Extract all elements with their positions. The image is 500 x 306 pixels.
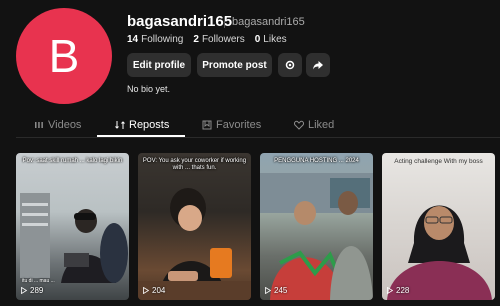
profile-stats: 14 Following 2 Followers 0 Likes <box>127 34 287 45</box>
divider <box>224 16 225 28</box>
video-thumbnail <box>260 173 373 300</box>
video-thumbnail <box>138 188 251 300</box>
view-count: 245 <box>265 286 287 295</box>
video-thumbnail <box>387 205 492 300</box>
stat-likes[interactable]: 0 Likes <box>255 34 287 45</box>
profile-username: bagasandri165 <box>127 13 233 30</box>
video-card[interactable]: POV: You ask your coworker if working wi… <box>138 153 251 300</box>
avatar[interactable]: B <box>16 8 112 104</box>
view-count: 289 <box>21 286 43 295</box>
settings-button[interactable] <box>278 53 302 77</box>
stat-followers[interactable]: 2 Followers <box>193 34 244 45</box>
profile-handle-wrap: bagasandri165 <box>224 16 305 28</box>
tab-favorites[interactable]: Favorites <box>202 119 261 131</box>
heart-icon <box>294 120 304 130</box>
active-tab-indicator <box>97 135 185 137</box>
tab-videos[interactable]: Videos <box>34 119 81 131</box>
stat-following[interactable]: 14 Following <box>127 34 183 45</box>
edit-profile-button[interactable]: Edit profile <box>127 53 191 77</box>
video-grid: Pov: saat skill rumah ... kalo lagi biki… <box>16 153 495 300</box>
video-caption: PENGGUNA HOSTING ... 2024 <box>274 158 359 164</box>
settings-icon <box>285 60 295 70</box>
grid-icon <box>35 122 43 128</box>
tab-reposts[interactable]: Reposts <box>115 119 169 131</box>
avatar-letter: B <box>48 30 80 82</box>
view-count: 228 <box>387 286 409 295</box>
video-caption: Acting challenge With my boss <box>394 158 483 165</box>
video-caption: POV: You ask your coworker if working wi… <box>142 158 247 171</box>
video-caption: Pov: saat skill rumah ... kalo lagi biki… <box>22 158 123 164</box>
video-card[interactable]: Acting challenge With my boss 228 <box>382 153 495 300</box>
view-count: 204 <box>143 286 165 295</box>
tab-liked[interactable]: Liked <box>294 119 334 131</box>
repost-icon <box>115 121 125 129</box>
play-icon <box>21 287 27 294</box>
share-icon <box>313 61 323 70</box>
video-subtitle: itu di ... mau ... <box>22 278 55 284</box>
play-icon <box>265 287 271 294</box>
video-card[interactable]: Pov: saat skill rumah ... kalo lagi biki… <box>16 153 129 300</box>
profile-tabs: Videos Reposts Favorites Liked <box>16 116 500 138</box>
video-card[interactable]: PENGGUNA HOSTING ... 2024 245 <box>260 153 373 300</box>
profile-bio: No bio yet. <box>127 84 171 94</box>
play-icon <box>387 287 393 294</box>
promote-post-button[interactable]: Promote post <box>197 53 272 77</box>
play-icon <box>143 287 149 294</box>
bookmark-icon <box>202 120 212 130</box>
profile-handle: bagasandri165 <box>232 16 305 28</box>
share-button[interactable] <box>306 53 330 77</box>
